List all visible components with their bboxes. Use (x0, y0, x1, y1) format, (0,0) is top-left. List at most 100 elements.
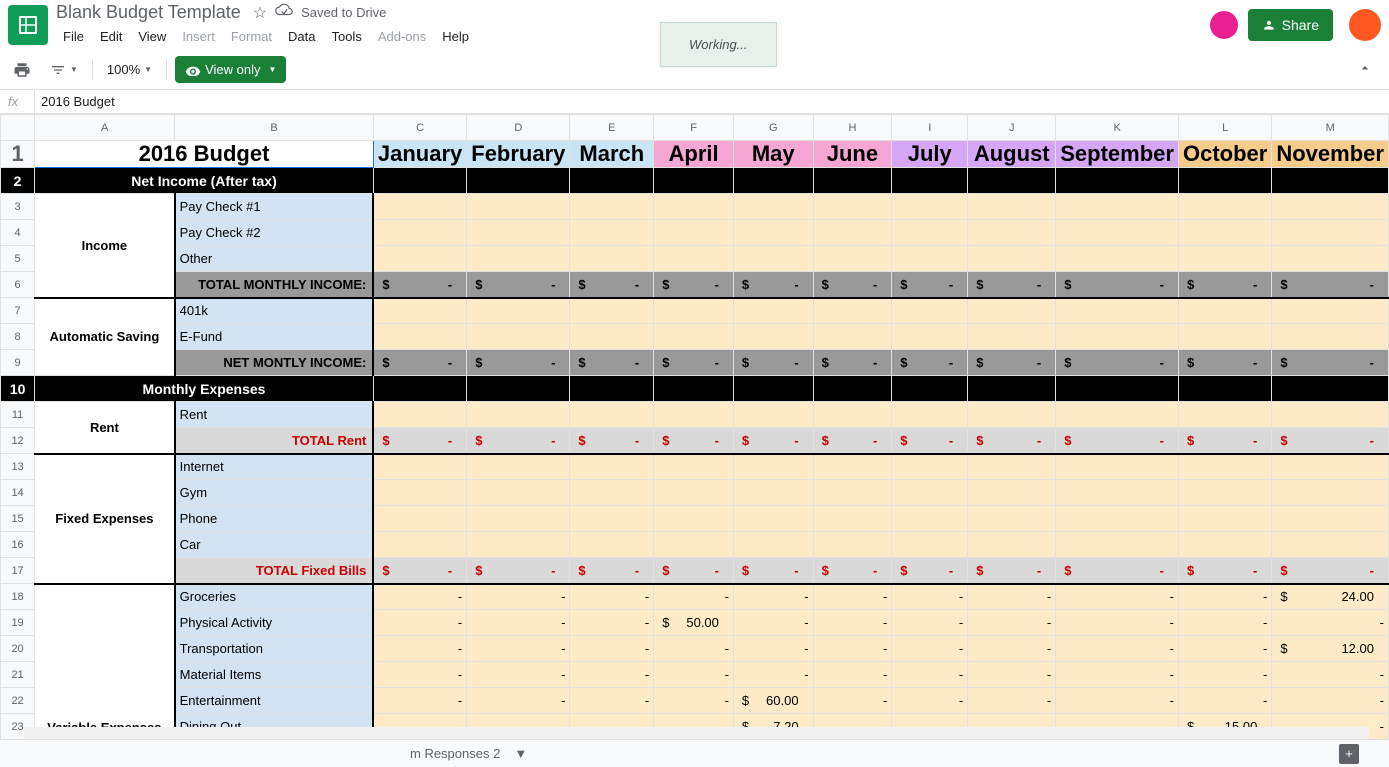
col-header[interactable]: E (570, 115, 654, 141)
row-header[interactable]: 15 (1, 506, 35, 532)
menu-help[interactable]: Help (435, 25, 476, 48)
print-icon[interactable] (8, 56, 36, 84)
menu-view[interactable]: View (131, 25, 173, 48)
row-header[interactable]: 17 (1, 558, 35, 584)
col-header[interactable]: M (1272, 115, 1389, 141)
month-header[interactable]: January (373, 141, 466, 168)
row-header[interactable]: 14 (1, 480, 35, 506)
row-header[interactable]: 11 (1, 402, 35, 428)
menu-file[interactable]: File (56, 25, 91, 48)
section-header[interactable]: Monthly Expenses (35, 376, 374, 402)
section-header[interactable]: Net Income (After tax) (35, 168, 374, 194)
total-label[interactable]: TOTAL Fixed Bills (175, 558, 374, 584)
col-header[interactable]: I (892, 115, 968, 141)
item-label[interactable]: Other (175, 246, 374, 272)
menu-addons[interactable]: Add-ons (371, 25, 433, 48)
item-label[interactable]: Car (175, 532, 374, 558)
row-header[interactable]: 8 (1, 324, 35, 350)
month-header[interactable]: September (1056, 141, 1179, 168)
row-header[interactable]: 13 (1, 454, 35, 480)
category-income[interactable]: Income (35, 194, 175, 298)
row-header[interactable]: 21 (1, 662, 35, 688)
row-header[interactable]: 3 (1, 194, 35, 220)
month-header[interactable]: March (570, 141, 654, 168)
row-header[interactable]: 18 (1, 584, 35, 610)
zoom-dropdown[interactable]: 100%▼ (101, 62, 158, 77)
month-header[interactable]: August (968, 141, 1056, 168)
item-label[interactable]: Material Items (175, 662, 374, 688)
spreadsheet-grid[interactable]: A B C D E F G H I J K L M 1 2016 Budget … (0, 114, 1389, 739)
budget-title-cell[interactable]: 2016 Budget (35, 141, 374, 168)
row-header[interactable]: 1 (1, 141, 35, 168)
formula-value[interactable]: 2016 Budget (35, 94, 115, 109)
col-header[interactable]: G (733, 115, 813, 141)
collaborator-avatar[interactable] (1210, 11, 1238, 39)
sheet-tab[interactable]: m Responses 2 (410, 746, 500, 761)
col-header[interactable]: L (1178, 115, 1271, 141)
star-icon[interactable]: ☆ (253, 3, 267, 23)
month-header[interactable]: May (733, 141, 813, 168)
category-rent[interactable]: Rent (35, 402, 175, 454)
col-header[interactable]: D (467, 115, 570, 141)
row-header[interactable]: 16 (1, 532, 35, 558)
month-header[interactable]: October (1178, 141, 1271, 168)
menu-format[interactable]: Format (224, 25, 279, 48)
month-header[interactable]: November (1272, 141, 1389, 168)
col-header[interactable]: H (813, 115, 892, 141)
item-label[interactable]: Transportation (175, 636, 374, 662)
menu-insert[interactable]: Insert (175, 25, 222, 48)
item-label[interactable]: 401k (175, 298, 374, 324)
row-header[interactable]: 20 (1, 636, 35, 662)
month-header[interactable]: April (654, 141, 734, 168)
category-fixed[interactable]: Fixed Expenses (35, 454, 175, 584)
col-header[interactable]: F (654, 115, 734, 141)
category-saving[interactable]: Automatic Saving (35, 298, 175, 376)
item-label[interactable]: E-Fund (175, 324, 374, 350)
col-header[interactable]: K (1056, 115, 1179, 141)
collapse-toolbar-icon[interactable] (1349, 56, 1381, 83)
row-header[interactable]: 10 (1, 376, 35, 402)
add-sheet-button[interactable]: + (1339, 744, 1359, 764)
row-header[interactable]: 7 (1, 298, 35, 324)
item-label[interactable]: Gym (175, 480, 374, 506)
menu-tools[interactable]: Tools (324, 25, 368, 48)
row-header[interactable]: 4 (1, 220, 35, 246)
horizontal-scrollbar[interactable] (24, 727, 1369, 739)
item-label[interactable]: Groceries (175, 584, 374, 610)
menu-edit[interactable]: Edit (93, 25, 129, 48)
sheets-logo[interactable] (8, 5, 48, 45)
item-label[interactable]: Phone (175, 506, 374, 532)
item-label[interactable]: Physical Activity (175, 610, 374, 636)
row-header[interactable]: 19 (1, 610, 35, 636)
item-label[interactable]: Entertainment (175, 688, 374, 714)
item-label[interactable]: Internet (175, 454, 374, 480)
share-button[interactable]: Share (1248, 9, 1333, 41)
month-header[interactable]: February (467, 141, 570, 168)
col-header[interactable]: J (968, 115, 1056, 141)
view-only-button[interactable]: View only▼ (175, 56, 286, 83)
document-title[interactable]: Blank Budget Template (56, 2, 241, 23)
menu-data[interactable]: Data (281, 25, 322, 48)
category-variable[interactable]: Variable Expenses (35, 584, 175, 740)
item-label[interactable]: Pay Check #1 (175, 194, 374, 220)
filter-dropdown[interactable]: ▼ (44, 62, 84, 78)
item-label[interactable]: Rent (175, 402, 374, 428)
col-header[interactable]: B (175, 115, 374, 141)
total-label[interactable]: TOTAL MONTHLY INCOME: (175, 272, 374, 298)
row-header[interactable]: 2 (1, 168, 35, 194)
month-header[interactable]: June (813, 141, 892, 168)
col-header[interactable]: A (35, 115, 175, 141)
row-header[interactable]: 12 (1, 428, 35, 454)
cloud-icon[interactable] (275, 3, 293, 22)
row-header[interactable]: 9 (1, 350, 35, 376)
row-header[interactable]: 5 (1, 246, 35, 272)
select-all-corner[interactable] (1, 115, 35, 141)
row-header[interactable]: 6 (1, 272, 35, 298)
month-header[interactable]: July (892, 141, 968, 168)
total-label[interactable]: TOTAL Rent (175, 428, 374, 454)
row-header[interactable]: 22 (1, 688, 35, 714)
item-label[interactable]: Pay Check #2 (175, 220, 374, 246)
account-avatar[interactable] (1349, 9, 1381, 41)
col-header[interactable]: C (373, 115, 466, 141)
total-label[interactable]: NET MONTLY INCOME: (175, 350, 374, 376)
